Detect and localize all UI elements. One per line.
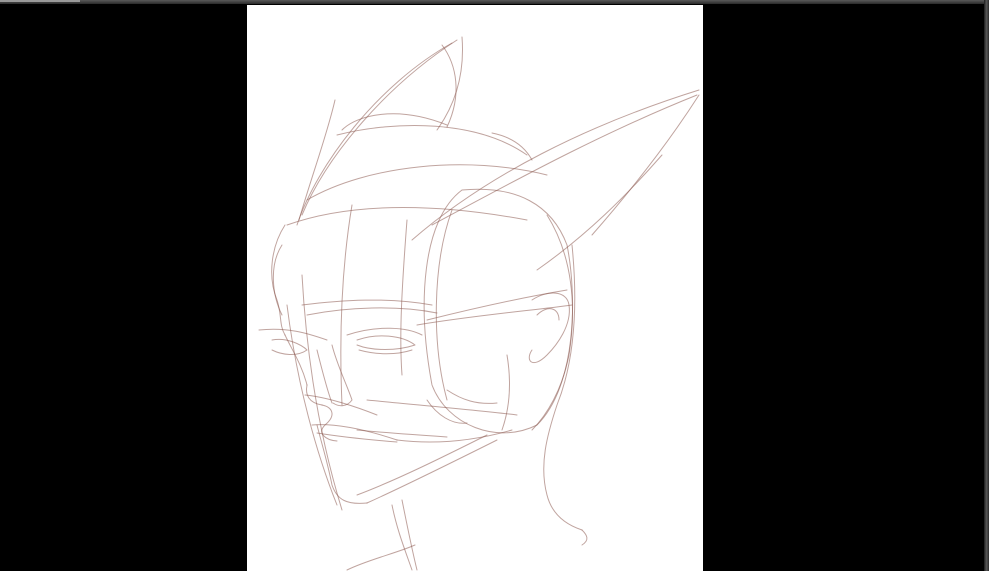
nose-stroke — [316, 349, 333, 404]
brow-stroke — [301, 299, 433, 306]
cranium-stroke — [435, 209, 453, 401]
painting-app-window — [0, 0, 989, 571]
neck-stroke — [401, 499, 418, 571]
jaw-stroke — [366, 439, 498, 504]
jaw-stroke — [396, 429, 513, 443]
head-sketch-drawing — [258, 36, 700, 571]
left-horn-stroke — [441, 44, 457, 128]
mouth-stroke — [316, 432, 398, 443]
canvas-workspace[interactable] — [0, 4, 984, 571]
eye-stroke — [358, 349, 413, 355]
right-horn-stroke — [591, 94, 700, 236]
head-top-stroke — [336, 124, 528, 156]
construction-stroke — [416, 304, 573, 326]
brow-stroke — [306, 307, 438, 316]
mouth-stroke — [356, 429, 448, 438]
detail-stroke — [501, 354, 510, 431]
drawing-canvas[interactable] — [247, 5, 703, 571]
neck-stroke — [391, 504, 413, 571]
construction-stroke — [426, 289, 568, 321]
face-profile-stroke — [272, 244, 283, 316]
ear-stroke — [536, 308, 560, 321]
brow-stroke — [346, 327, 423, 336]
neck-stroke — [346, 544, 416, 571]
left-horn-stroke — [296, 42, 453, 226]
window-border-highlight — [0, 0, 80, 2]
eye-stroke — [271, 338, 308, 355]
neck-stroke — [543, 244, 583, 531]
window-right-border[interactable] — [984, 0, 989, 571]
right-horn-stroke — [536, 154, 663, 271]
brow-stroke — [258, 328, 328, 341]
neck-stroke — [581, 529, 588, 546]
ear-stroke — [528, 292, 570, 364]
eye-stroke — [356, 335, 416, 350]
head-top-stroke — [491, 132, 533, 161]
detail-stroke — [446, 389, 498, 404]
jaw-stroke — [356, 434, 488, 496]
